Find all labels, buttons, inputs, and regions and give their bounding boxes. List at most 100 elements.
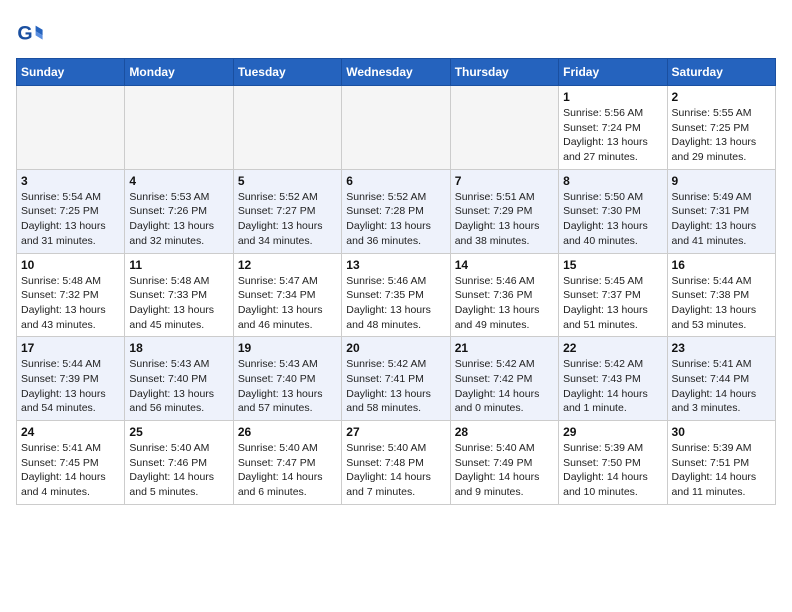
calendar-week-0: 1 Sunrise: 5:56 AMSunset: 7:24 PMDaylight… [17, 86, 776, 170]
day-number: 21 [455, 341, 554, 355]
day-info: Sunrise: 5:52 AMSunset: 7:27 PMDaylight:… [238, 190, 337, 249]
day-info: Sunrise: 5:41 AMSunset: 7:45 PMDaylight:… [21, 441, 120, 500]
weekday-header-friday: Friday [559, 59, 667, 86]
day-number: 10 [21, 258, 120, 272]
calendar-cell: 9 Sunrise: 5:49 AMSunset: 7:31 PMDaylight… [667, 169, 775, 253]
calendar-cell: 27 Sunrise: 5:40 AMSunset: 7:48 PMDayligh… [342, 421, 450, 505]
calendar-cell: 23Sunrise: 5:41 AMSunset: 7:44 PMDayligh… [667, 337, 775, 421]
day-info: Sunrise: 5:40 AMSunset: 7:46 PMDaylight:… [129, 441, 228, 500]
logo-icon: G [16, 20, 44, 48]
day-info: Sunrise: 5:41 AMSunset: 7:44 PMDaylight:… [672, 357, 771, 416]
day-number: 14 [455, 258, 554, 272]
day-info: Sunrise: 5:43 AMSunset: 7:40 PMDaylight:… [238, 357, 337, 416]
calendar-cell: 14 Sunrise: 5:46 AMSunset: 7:36 PMDayligh… [450, 253, 558, 337]
day-info: Sunrise: 5:40 AMSunset: 7:49 PMDaylight:… [455, 441, 554, 500]
calendar-cell: 5 Sunrise: 5:52 AMSunset: 7:27 PMDaylight… [233, 169, 341, 253]
day-number: 20 [346, 341, 445, 355]
day-number: 11 [129, 258, 228, 272]
calendar-cell [342, 86, 450, 170]
day-info: Sunrise: 5:45 AMSunset: 7:37 PMDaylight:… [563, 274, 662, 333]
day-number: 26 [238, 425, 337, 439]
calendar-cell: 17Sunrise: 5:44 AMSunset: 7:39 PMDayligh… [17, 337, 125, 421]
calendar-cell [450, 86, 558, 170]
calendar-cell: 19 Sunrise: 5:43 AMSunset: 7:40 PMDayligh… [233, 337, 341, 421]
calendar-cell: 15 Sunrise: 5:45 AMSunset: 7:37 PMDayligh… [559, 253, 667, 337]
day-info: Sunrise: 5:49 AMSunset: 7:31 PMDaylight:… [672, 190, 771, 249]
weekday-header-wednesday: Wednesday [342, 59, 450, 86]
calendar-cell: 24 Sunrise: 5:41 AMSunset: 7:45 PMDayligh… [17, 421, 125, 505]
calendar-cell: 8 Sunrise: 5:50 AMSunset: 7:30 PMDaylight… [559, 169, 667, 253]
day-number: 6 [346, 174, 445, 188]
day-info: Sunrise: 5:51 AMSunset: 7:29 PMDaylight:… [455, 190, 554, 249]
day-info: Sunrise: 5:52 AMSunset: 7:28 PMDaylight:… [346, 190, 445, 249]
day-number: 27 [346, 425, 445, 439]
day-number: 24 [21, 425, 120, 439]
day-number: 28 [455, 425, 554, 439]
weekday-header-saturday: Saturday [667, 59, 775, 86]
svg-text:G: G [17, 23, 32, 45]
calendar-cell: 28 Sunrise: 5:40 AMSunset: 7:49 PMDayligh… [450, 421, 558, 505]
day-number: 16 [672, 258, 771, 272]
calendar-cell: 13 Sunrise: 5:46 AMSunset: 7:35 PMDayligh… [342, 253, 450, 337]
day-number: 1 [563, 90, 662, 104]
calendar-table: SundayMondayTuesdayWednesdayThursdayFrid… [16, 58, 776, 505]
day-info: Sunrise: 5:40 AMSunset: 7:47 PMDaylight:… [238, 441, 337, 500]
calendar-week-3: 17Sunrise: 5:44 AMSunset: 7:39 PMDayligh… [17, 337, 776, 421]
day-number: 2 [672, 90, 771, 104]
calendar-cell: 3 Sunrise: 5:54 AMSunset: 7:25 PMDaylight… [17, 169, 125, 253]
day-number: 15 [563, 258, 662, 272]
day-number: 30 [672, 425, 771, 439]
day-number: 7 [455, 174, 554, 188]
day-info: Sunrise: 5:48 AMSunset: 7:33 PMDaylight:… [129, 274, 228, 333]
calendar-cell [17, 86, 125, 170]
day-number: 12 [238, 258, 337, 272]
day-number: 22 [563, 341, 662, 355]
calendar-cell: 1 Sunrise: 5:56 AMSunset: 7:24 PMDaylight… [559, 86, 667, 170]
calendar-cell: 11 Sunrise: 5:48 AMSunset: 7:33 PMDayligh… [125, 253, 233, 337]
day-number: 19 [238, 341, 337, 355]
day-info: Sunrise: 5:44 AMSunset: 7:39 PMDaylight:… [21, 357, 120, 416]
day-number: 18 [129, 341, 228, 355]
calendar-week-4: 24 Sunrise: 5:41 AMSunset: 7:45 PMDayligh… [17, 421, 776, 505]
day-number: 5 [238, 174, 337, 188]
calendar-cell: 25 Sunrise: 5:40 AMSunset: 7:46 PMDayligh… [125, 421, 233, 505]
day-info: Sunrise: 5:55 AMSunset: 7:25 PMDaylight:… [672, 106, 771, 165]
calendar-cell: 20 Sunrise: 5:42 AMSunset: 7:41 PMDayligh… [342, 337, 450, 421]
day-number: 13 [346, 258, 445, 272]
calendar-week-1: 3 Sunrise: 5:54 AMSunset: 7:25 PMDaylight… [17, 169, 776, 253]
day-info: Sunrise: 5:53 AMSunset: 7:26 PMDaylight:… [129, 190, 228, 249]
page-header: G [16, 16, 776, 48]
day-info: Sunrise: 5:40 AMSunset: 7:48 PMDaylight:… [346, 441, 445, 500]
day-info: Sunrise: 5:42 AMSunset: 7:41 PMDaylight:… [346, 357, 445, 416]
calendar-cell [233, 86, 341, 170]
weekday-header-tuesday: Tuesday [233, 59, 341, 86]
day-info: Sunrise: 5:56 AMSunset: 7:24 PMDaylight:… [563, 106, 662, 165]
day-info: Sunrise: 5:42 AMSunset: 7:43 PMDaylight:… [563, 357, 662, 416]
logo: G [16, 20, 48, 48]
calendar-cell: 4 Sunrise: 5:53 AMSunset: 7:26 PMDaylight… [125, 169, 233, 253]
calendar-cell: 21Sunrise: 5:42 AMSunset: 7:42 PMDayligh… [450, 337, 558, 421]
calendar-cell: 2 Sunrise: 5:55 AMSunset: 7:25 PMDaylight… [667, 86, 775, 170]
day-number: 25 [129, 425, 228, 439]
calendar-header-row: SundayMondayTuesdayWednesdayThursdayFrid… [17, 59, 776, 86]
calendar-cell: 30 Sunrise: 5:39 AMSunset: 7:51 PMDayligh… [667, 421, 775, 505]
day-number: 4 [129, 174, 228, 188]
day-info: Sunrise: 5:48 AMSunset: 7:32 PMDaylight:… [21, 274, 120, 333]
calendar-cell: 12Sunrise: 5:47 AMSunset: 7:34 PMDayligh… [233, 253, 341, 337]
day-info: Sunrise: 5:43 AMSunset: 7:40 PMDaylight:… [129, 357, 228, 416]
calendar-cell: 18 Sunrise: 5:43 AMSunset: 7:40 PMDayligh… [125, 337, 233, 421]
calendar-week-2: 10 Sunrise: 5:48 AMSunset: 7:32 PMDayligh… [17, 253, 776, 337]
day-info: Sunrise: 5:39 AMSunset: 7:51 PMDaylight:… [672, 441, 771, 500]
day-info: Sunrise: 5:54 AMSunset: 7:25 PMDaylight:… [21, 190, 120, 249]
day-info: Sunrise: 5:39 AMSunset: 7:50 PMDaylight:… [563, 441, 662, 500]
day-info: Sunrise: 5:46 AMSunset: 7:35 PMDaylight:… [346, 274, 445, 333]
calendar-cell: 10 Sunrise: 5:48 AMSunset: 7:32 PMDayligh… [17, 253, 125, 337]
calendar-cell: 29Sunrise: 5:39 AMSunset: 7:50 PMDayligh… [559, 421, 667, 505]
day-number: 8 [563, 174, 662, 188]
day-number: 9 [672, 174, 771, 188]
day-info: Sunrise: 5:50 AMSunset: 7:30 PMDaylight:… [563, 190, 662, 249]
day-number: 3 [21, 174, 120, 188]
calendar-cell: 22 Sunrise: 5:42 AMSunset: 7:43 PMDayligh… [559, 337, 667, 421]
weekday-header-monday: Monday [125, 59, 233, 86]
day-info: Sunrise: 5:46 AMSunset: 7:36 PMDaylight:… [455, 274, 554, 333]
